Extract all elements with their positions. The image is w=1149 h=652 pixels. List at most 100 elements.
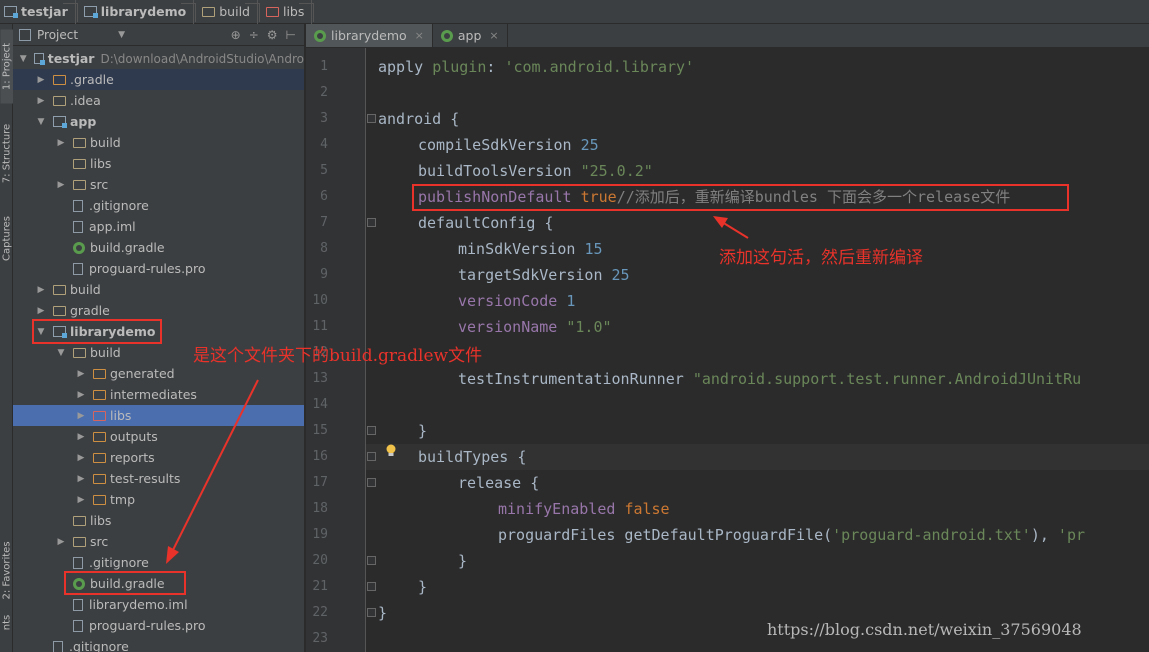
- chevron-right-icon[interactable]: ▶: [75, 453, 87, 463]
- tree-item-lib-proguard[interactable]: proguard-rules.pro: [13, 615, 304, 636]
- chevron-right-icon[interactable]: ▶: [75, 495, 87, 505]
- hide-icon[interactable]: ⊢: [286, 28, 296, 42]
- gradle-icon: [73, 241, 85, 254]
- folder-icon: [93, 452, 106, 463]
- tree-item-intermediates[interactable]: ▶ intermediates: [13, 384, 304, 405]
- line-number: 10: [312, 293, 328, 308]
- sync-icon[interactable]: ⊕: [231, 28, 241, 42]
- fold-marker-icon[interactable]: [367, 556, 376, 565]
- chevron-right-icon[interactable]: ▶: [35, 96, 47, 106]
- chevron-right-icon[interactable]: ▶: [75, 390, 87, 400]
- folder-icon: [73, 347, 86, 358]
- line-number: 1: [320, 59, 328, 74]
- tree-item-idea[interactable]: ▶ .idea: [13, 90, 304, 111]
- fold-marker-icon[interactable]: [367, 426, 376, 435]
- code-line-17: release {: [458, 474, 540, 492]
- tree-item-app-proguard[interactable]: proguard-rules.pro: [13, 258, 304, 279]
- line-number: 8: [320, 241, 328, 256]
- line-number: 20: [312, 553, 328, 568]
- fold-marker-icon[interactable]: [367, 478, 376, 487]
- line-number: 23: [312, 631, 328, 646]
- breadcrumb-item-libs[interactable]: libs: [256, 0, 313, 24]
- tree-item-app-libs[interactable]: libs: [13, 153, 304, 174]
- file-icon: [73, 598, 83, 611]
- tree-item-tmp[interactable]: ▶ tmp: [13, 489, 304, 510]
- project-view-icon: [19, 28, 31, 41]
- tree-item-root-gitignore[interactable]: .gitignore: [13, 636, 304, 652]
- chevron-down-icon[interactable]: ▼: [19, 54, 28, 64]
- tree-item-app-src[interactable]: ▶ src: [13, 174, 304, 195]
- tab-librarydemo[interactable]: librarydemo ×: [306, 24, 433, 47]
- tree-item-lib-iml[interactable]: librarydemo.iml: [13, 594, 304, 615]
- line-number: 6: [320, 189, 328, 204]
- tree-item-lib-gitignore[interactable]: .gitignore: [13, 552, 304, 573]
- tool-window-strip: 1: Project 7: Structure Captures 2: Favo…: [0, 24, 14, 652]
- breadcrumb-item-testjar[interactable]: testjar: [0, 0, 76, 24]
- code-editor[interactable]: apply plugin: 'com.android.library' andr…: [366, 48, 1149, 652]
- fold-marker-icon[interactable]: [367, 114, 376, 123]
- tree-item-app-iml[interactable]: app.iml: [13, 216, 304, 237]
- lightbulb-icon[interactable]: [385, 444, 397, 458]
- line-number: 18: [312, 501, 328, 516]
- tree-item-test-results[interactable]: ▶ test-results: [13, 468, 304, 489]
- fold-marker-icon[interactable]: [367, 452, 376, 461]
- fold-marker-icon[interactable]: [367, 582, 376, 591]
- line-number: 11: [312, 319, 328, 334]
- tab-captures[interactable]: Captures: [1, 202, 14, 276]
- code-line-15: }: [418, 422, 428, 440]
- highlight-box-build-gradle: [64, 571, 186, 595]
- chevron-right-icon[interactable]: ▶: [35, 306, 47, 316]
- chevron-right-icon[interactable]: ▶: [75, 474, 87, 484]
- chevron-down-icon[interactable]: ▼: [35, 117, 47, 127]
- tab-structure[interactable]: 7: Structure: [1, 117, 14, 191]
- highlight-box-line6: [412, 184, 1069, 211]
- chevron-right-icon[interactable]: ▶: [35, 75, 47, 85]
- tree-item-generated[interactable]: ▶ generated: [13, 363, 304, 384]
- folder-icon: [93, 431, 106, 442]
- tree-item-app-build[interactable]: ▶ build: [13, 132, 304, 153]
- tree-item-lib-libs[interactable]: libs: [13, 510, 304, 531]
- tree-item-app[interactable]: ▼ app: [13, 111, 304, 132]
- folder-icon: [73, 137, 86, 148]
- line-number: 16: [312, 449, 328, 464]
- editor-tab-bar: librarydemo × app ×: [306, 24, 1149, 48]
- chevron-right-icon[interactable]: ▶: [75, 411, 87, 421]
- chevron-down-icon[interactable]: ▼: [118, 30, 125, 40]
- chevron-down-icon[interactable]: ▼: [55, 348, 67, 358]
- tree-item-outputs[interactable]: ▶ outputs: [13, 426, 304, 447]
- tab-bottom[interactable]: nts: [1, 586, 14, 652]
- tab-app[interactable]: app ×: [433, 24, 508, 47]
- tree-item-app-gitignore[interactable]: .gitignore: [13, 195, 304, 216]
- watermark: https://blog.csdn.net/weixin_37569048: [767, 620, 1082, 639]
- tree-item-gradle-dir[interactable]: ▶ .gradle: [13, 69, 304, 90]
- close-icon[interactable]: ×: [489, 29, 498, 42]
- collapse-icon[interactable]: ÷: [249, 28, 259, 42]
- breadcrumb-item-build[interactable]: build: [192, 0, 258, 24]
- chevron-right-icon[interactable]: ▶: [35, 285, 47, 295]
- chevron-right-icon[interactable]: ▶: [75, 432, 87, 442]
- tree-item-gradle[interactable]: ▶ gradle: [13, 300, 304, 321]
- gear-icon[interactable]: ⚙: [267, 28, 278, 42]
- project-view-selector[interactable]: Project: [37, 28, 78, 42]
- code-line-7: defaultConfig {: [418, 214, 554, 232]
- tree-item-reports[interactable]: ▶ reports: [13, 447, 304, 468]
- chevron-right-icon[interactable]: ▶: [55, 180, 67, 190]
- tree-item-app-build-gradle[interactable]: build.gradle: [13, 237, 304, 258]
- code-line-8: minSdkVersion 15: [458, 240, 603, 258]
- fold-marker-icon[interactable]: [367, 218, 376, 227]
- tree-item-testjar[interactable]: ▼ testjar D:\download\AndroidStudio\Andro: [13, 48, 304, 69]
- breadcrumb-item-librarydemo[interactable]: librarydemo: [74, 0, 195, 24]
- code-line-20: }: [458, 552, 468, 570]
- fold-marker-icon[interactable]: [367, 608, 376, 617]
- tree-item-build[interactable]: ▶ build: [13, 279, 304, 300]
- chevron-right-icon[interactable]: ▶: [75, 369, 87, 379]
- folder-icon: [73, 158, 86, 169]
- tree-item-lib-src[interactable]: ▶ src: [13, 531, 304, 552]
- annotation-note-folder: 是这个文件夹下的build.gradlew文件: [193, 346, 483, 366]
- close-icon[interactable]: ×: [415, 29, 424, 42]
- tree-item-build-libs[interactable]: ▶ libs: [13, 405, 304, 426]
- chevron-right-icon[interactable]: ▶: [55, 138, 67, 148]
- folder-icon: [265, 6, 279, 17]
- chevron-right-icon[interactable]: ▶: [55, 537, 67, 547]
- tab-project[interactable]: 1: Project: [0, 29, 14, 104]
